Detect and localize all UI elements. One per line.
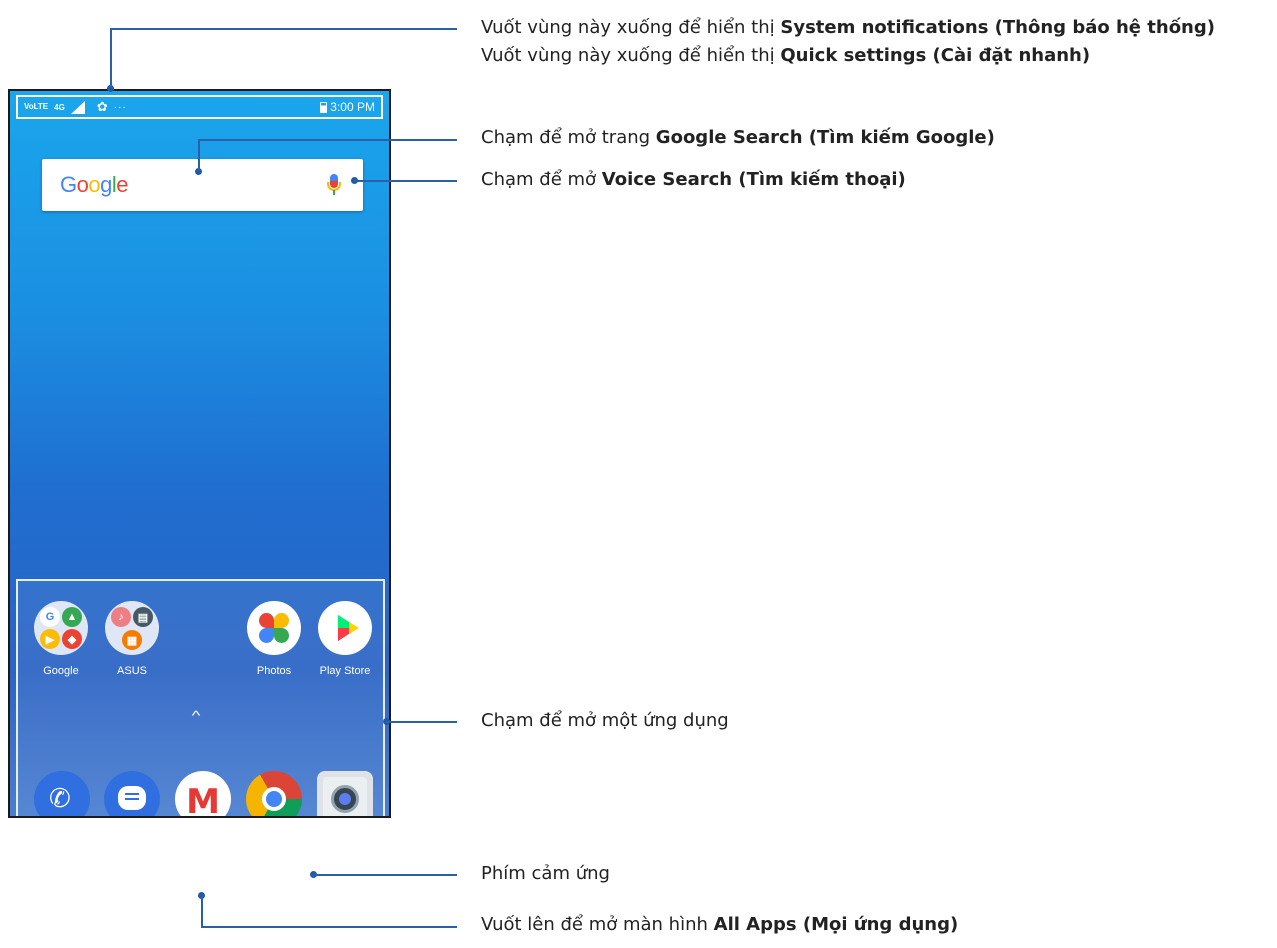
callout-bold: Google Search (Tìm kiếm Google) (655, 127, 995, 148)
callout-line (198, 139, 200, 171)
callout-open-app: Chạm để mở một ứng dụng (481, 710, 729, 731)
google-logo-letter: G (60, 172, 77, 197)
messages-icon[interactable] (104, 771, 160, 816)
gmail-icon[interactable]: M (175, 771, 231, 816)
phone-dialer-icon[interactable]: ✆ (34, 771, 90, 816)
asus-folder-icon: ♪ ▤ ▦ (105, 601, 159, 655)
callout-line (386, 721, 457, 723)
app-label: Google (43, 665, 79, 677)
callout-bold: All Apps (Mọi ứng dụng) (713, 914, 959, 935)
play-store-icon (318, 601, 372, 655)
callout-line (313, 874, 457, 876)
callout-system-notifications: Vuốt vùng này xuống để hiển thị System n… (481, 17, 1215, 38)
google-logo-letter: e (116, 172, 129, 197)
callout-bold: Quick settings (Cài đặt nhanh) (780, 45, 1091, 66)
app-label: Photos (256, 665, 292, 677)
app-google-folder[interactable]: G ▲ ▶ ◆ Google (26, 601, 96, 677)
callout-text: Vuốt vùng này xuống để hiển thị (481, 17, 781, 38)
callout-text: Chạm để mở (481, 169, 602, 190)
callout-line (201, 895, 203, 927)
phone-screen: VoLTE 4G ✿ ··· 3:00 PM Google G ▲ ▶ ◆ Go… (8, 89, 391, 818)
battery-icon (320, 101, 328, 113)
callout-voice-search: Chạm để mở Voice Search (Tìm kiếm thoại) (481, 169, 906, 190)
chrome-icon[interactable] (246, 771, 302, 816)
callout-text: Chạm để mở trang (481, 127, 656, 148)
app-photos[interactable]: Photos (239, 601, 309, 677)
callout-quick-settings: Vuốt vùng này xuống để hiển thị Quick se… (481, 45, 1090, 66)
google-search-bar[interactable]: Google (42, 159, 363, 211)
camera-icon[interactable] (317, 771, 373, 816)
more-notifications-icon: ··· (113, 101, 127, 113)
status-icons: VoLTE 4G ✿ ··· (24, 99, 320, 115)
network-type-label: 4G (54, 102, 65, 112)
callout-text: Phím cảm ứng (481, 863, 610, 884)
callout-line (110, 28, 457, 30)
status-right: 3:00 PM (320, 100, 375, 114)
callout-line (354, 180, 457, 182)
callout-line (198, 139, 457, 141)
callout-line (110, 28, 112, 88)
callout-text: Chạm để mở một ứng dụng (481, 710, 729, 731)
signal-icon (70, 100, 85, 114)
callout-bold: Voice Search (Tìm kiếm thoại) (601, 169, 906, 190)
callout-google-search: Chạm để mở trang Google Search (Tìm kiếm… (481, 127, 995, 148)
chevron-up-icon[interactable]: ^ (192, 708, 201, 723)
status-time: 3:00 PM (330, 100, 375, 114)
photos-icon (247, 601, 301, 655)
volte-icon: VoLTE (24, 102, 49, 111)
callout-all-apps: Vuốt lên để mở màn hình All Apps (Mọi ứn… (481, 914, 958, 935)
google-logo: Google (60, 172, 323, 198)
app-label: ASUS (117, 665, 147, 677)
callout-line (201, 926, 457, 928)
app-asus-folder[interactable]: ♪ ▤ ▦ ASUS (97, 601, 167, 677)
google-logo-letter: o (88, 172, 101, 197)
callout-text: Vuốt vùng này xuống để hiển thị (481, 45, 781, 66)
google-logo-letter: o (76, 172, 89, 197)
callout-text: Vuốt lên để mở màn hình (481, 914, 714, 935)
gear-icon: ✿ (96, 99, 108, 114)
voice-search-mic-icon[interactable] (323, 172, 345, 198)
google-logo-letter: g (100, 172, 112, 197)
app-play-store[interactable]: Play Store (310, 601, 380, 677)
callout-touch-keys: Phím cảm ứng (481, 863, 610, 884)
app-label: Play Store (319, 665, 371, 677)
status-bar[interactable]: VoLTE 4G ✿ ··· 3:00 PM (16, 95, 383, 119)
callout-bold: System notifications (Thông báo hệ thống… (780, 17, 1215, 38)
google-folder-icon: G ▲ ▶ ◆ (34, 601, 88, 655)
